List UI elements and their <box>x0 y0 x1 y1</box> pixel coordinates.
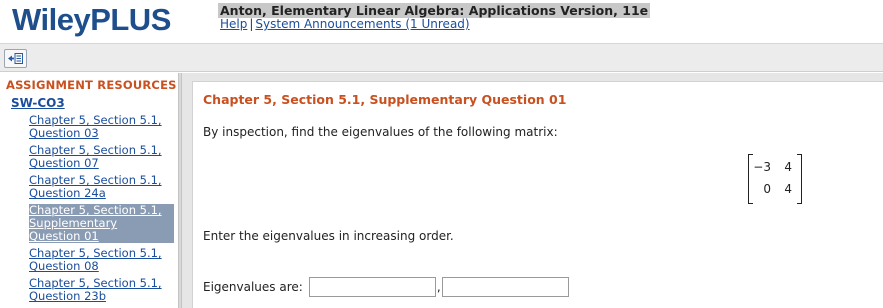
header-links: Help | System Announcements (1 Unread) <box>220 17 470 31</box>
system-announcements-link[interactable]: System Announcements (1 Unread) <box>255 17 469 31</box>
matrix-right-bracket <box>797 154 802 204</box>
question-link[interactable]: Chapter 5, Section 5.1, Question 07 <box>29 143 162 170</box>
question-link-line1: Chapter 5, Section 5.1, <box>29 173 162 187</box>
help-link[interactable]: Help <box>220 17 247 31</box>
question-link-line3: Question 01 <box>29 229 99 243</box>
question-link[interactable]: Chapter 5, Section 5.1, Question 03 <box>29 113 162 140</box>
question-link-line1: Chapter 5, Section 5.1, <box>29 203 162 217</box>
question-link-line1: Chapter 5, Section 5.1, <box>29 276 162 290</box>
matrix-cell: 4 <box>784 182 792 196</box>
question-link[interactable]: Chapter 5, Section 5.1, Question 23b <box>29 276 162 303</box>
question-link-line2: Question 23b <box>29 289 107 303</box>
question-link-line1: Chapter 5, Section 5.1, <box>29 113 162 127</box>
question-link[interactable]: Chapter 5, Section 5.1, Question 08 <box>29 246 162 273</box>
question-title: Chapter 5, Section 5.1, Supplementary Qu… <box>203 92 567 107</box>
question-item-supplementary-01-selected: Chapter 5, Section 5.1, Supplementary Ques… <box>29 204 174 243</box>
matrix-cell: 0 <box>763 182 771 196</box>
question-item-03: Chapter 5, Section 5.1, Question 03 <box>29 114 174 140</box>
question-item-23b: Chapter 5, Section 5.1, Question 23b <box>29 277 174 303</box>
answer-row: Eigenvalues are: , <box>203 277 569 297</box>
question-link[interactable]: Chapter 5, Section 5.1, Question 24a <box>29 173 162 200</box>
assignment-group-link[interactable]: SW-CO3 <box>11 96 65 110</box>
assignment-resources-heading: ASSIGNMENT RESOURCES <box>6 78 177 92</box>
question-panel: Chapter 5, Section 5.1, Supplementary Qu… <box>192 81 883 308</box>
question-link[interactable]: Chapter 5, Section 5.1, Supplementary Ques… <box>29 203 162 243</box>
matrix: −3 4 0 4 <box>748 154 802 204</box>
toolbar <box>0 43 883 72</box>
link-separator: | <box>249 17 254 31</box>
eigenvalue-1-input[interactable] <box>308 277 436 297</box>
question-link-line2: Question 03 <box>29 126 99 140</box>
course-title: Anton, Elementary Linear Algebra: Applic… <box>218 3 651 18</box>
question-link-line2: Question 08 <box>29 259 99 273</box>
question-link-line2: Question 07 <box>29 156 99 170</box>
matrix-cell: −3 <box>753 160 771 174</box>
answer-separator: , <box>436 280 441 294</box>
header: WileyPLUS Anton, Elementary Linear Algeb… <box>0 0 883 42</box>
question-list: Chapter 5, Section 5.1, Question 03 Chapt… <box>29 114 174 307</box>
question-item-07: Chapter 5, Section 5.1, Question 07 <box>29 144 174 170</box>
instruction-text: Enter the eigenvalues in increasing orde… <box>203 229 454 243</box>
question-link-line1: Chapter 5, Section 5.1, <box>29 246 162 260</box>
matrix-cell: 4 <box>784 160 792 174</box>
question-link-line2: Supplementary <box>29 216 118 230</box>
question-link-line2: Question 24a <box>29 186 106 200</box>
assignment-resources-sidebar: ASSIGNMENT RESOURCES SW-CO3 Chapter 5, S… <box>0 73 178 308</box>
wileyplus-logo[interactable]: WileyPLUS <box>12 2 171 38</box>
question-item-24a: Chapter 5, Section 5.1, Question 24a <box>29 174 174 200</box>
question-item-08: Chapter 5, Section 5.1, Question 08 <box>29 247 174 273</box>
answer-label: Eigenvalues are: <box>203 280 303 294</box>
collapse-sidebar-icon <box>8 53 23 64</box>
eigenvalue-2-input[interactable] <box>441 277 569 297</box>
collapse-sidebar-button[interactable] <box>4 49 27 68</box>
question-prompt: By inspection, find the eigenvalues of t… <box>203 125 558 139</box>
question-link-line1: Chapter 5, Section 5.1, <box>29 143 162 157</box>
